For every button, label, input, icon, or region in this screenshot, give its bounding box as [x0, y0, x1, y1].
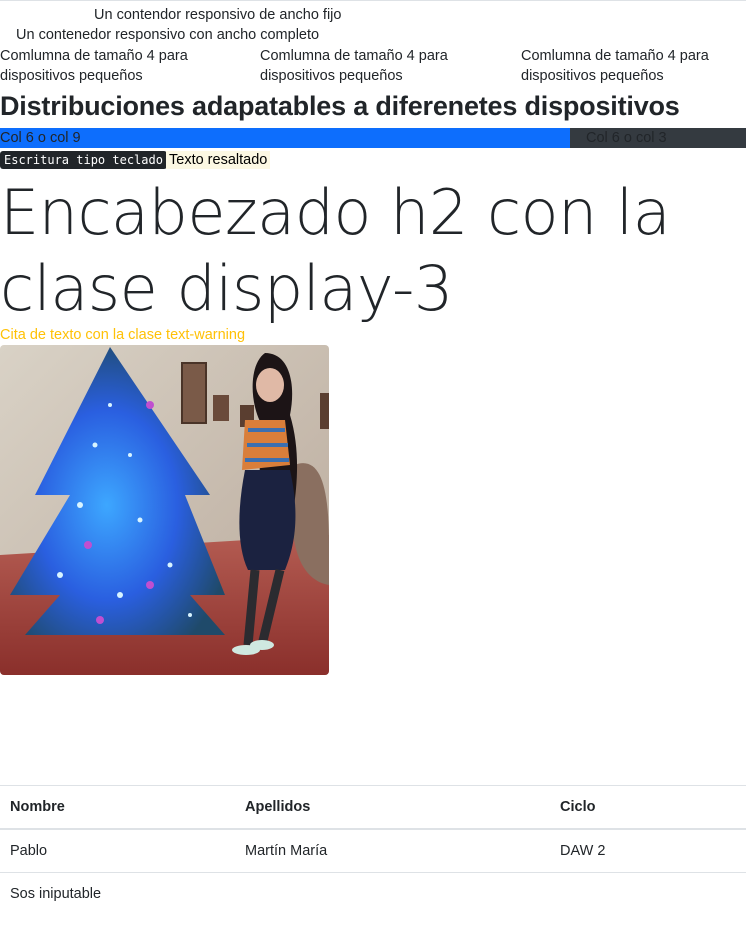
cell-apellidos: [235, 872, 550, 915]
cell-ciclo: DAW 2: [550, 828, 746, 873]
highlighted-text: Texto resaltado: [166, 151, 271, 169]
table-header-row: Nombre Apellidos Ciclo: [0, 785, 746, 830]
cell-nombre: Pablo: [0, 828, 235, 873]
cell-apellidos: Martín María: [235, 828, 550, 873]
keyboard-text: Escritura tipo teclado: [0, 151, 167, 169]
container-fluid-text: Un contenedor responsivo con ancho compl…: [16, 27, 320, 43]
container-fixed-text: Un contendor responsivo de ancho fijo: [94, 7, 342, 23]
header-apellidos: Apellidos: [235, 785, 550, 830]
warning-quote: Cita de texto con la clase text-warning: [0, 327, 246, 343]
header-ciclo: Ciclo: [550, 785, 746, 830]
table-row: Pablo Martín María DAW 2: [0, 828, 746, 873]
page-heading: Distribuciones adapatables a diferenetes…: [0, 91, 680, 121]
column-3: Comlumna de tamaño 4 para dispositivos p…: [521, 48, 709, 84]
student-table: Nombre Apellidos Ciclo Pablo Martín Marí…: [0, 785, 746, 915]
col-bar-left: Col 6 o col 9: [0, 128, 570, 148]
table-row: Sos iniputable: [0, 872, 746, 915]
cell-nombre: Sos iniputable: [0, 872, 235, 915]
col-bar-right-label: Col 6 o col 3: [586, 130, 667, 146]
display-heading: Encabezado h2 con la clase display-3: [0, 176, 671, 325]
col-bar-right: Col 6 o col 3: [570, 128, 746, 148]
column-2: Comlumna de tamaño 4 para dispositivos p…: [260, 48, 448, 84]
photo-christmas-tree: [0, 345, 329, 675]
column-1: Comlumna de tamaño 4 para dispositivos p…: [0, 48, 188, 84]
cell-ciclo: [550, 872, 746, 915]
header-nombre: Nombre: [0, 785, 235, 830]
